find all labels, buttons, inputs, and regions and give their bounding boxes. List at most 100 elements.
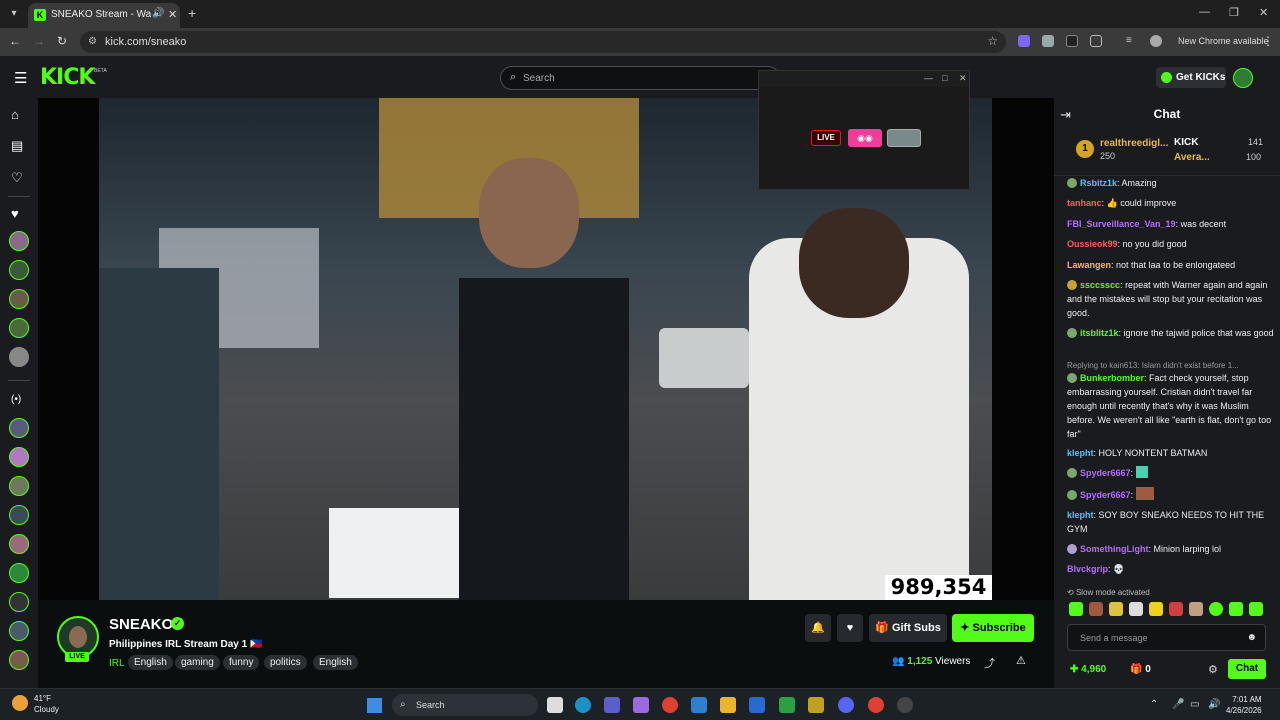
chat-settings-icon[interactable]: ⚙ [1208,663,1218,676]
chrome-menu-icon[interactable]: ⋮ [1262,34,1274,48]
chat-username[interactable]: Oussieok99 [1067,239,1118,249]
popup-thumbnail-icon[interactable] [887,129,921,147]
emote-icon[interactable] [1209,602,1223,616]
emote-icon[interactable] [1089,602,1103,616]
bookmark-star-icon[interactable]: ☆ [987,34,998,48]
system-clock[interactable]: 7:01 AM 4/26/2026 [1226,694,1262,716]
home-icon[interactable]: ⌂ [11,107,19,122]
discord-icon[interactable]: ◉◉ [848,129,882,147]
leaderboard-user[interactable]: Avera... [1174,152,1222,163]
emote-icon[interactable] [1129,602,1143,616]
microphone-icon[interactable]: 🎤 [1172,699,1184,710]
new-chrome-available[interactable]: New Chrome available [1178,36,1269,46]
leaderboard-user[interactable]: realthreedigl... [1100,138,1170,149]
copilot-icon[interactable] [633,697,649,713]
share-icon[interactable]: ⤴ [984,655,995,671]
app-icon[interactable] [808,697,824,713]
popup-maximize-icon[interactable]: □ [942,73,947,83]
recommended-channel-avatar[interactable] [9,476,29,496]
address-bar[interactable]: ⚙ kick.com/sneako ☆ [80,31,1006,53]
recommended-channel-avatar[interactable] [9,534,29,554]
chat-username[interactable]: Spyder6667 [1080,468,1131,478]
network-icon[interactable]: ▭ [1190,699,1199,710]
xbox-icon[interactable] [779,697,795,713]
leaderboard-user[interactable]: KICK [1174,137,1198,148]
tag-chip[interactable]: politics [264,655,307,670]
recommended-channel-avatar[interactable] [9,505,29,525]
tag-chip[interactable]: gaming [175,655,220,670]
tab-close-icon[interactable]: ✕ [168,8,177,21]
chat-username[interactable]: klepht [1067,448,1094,458]
browser-tab[interactable]: K SNEAKO Stream - Watch Live 🔊 ✕ [28,3,180,28]
gift-count[interactable]: 🎁 0 [1130,664,1151,675]
emote-icon[interactable] [1189,602,1203,616]
close-window-icon[interactable]: ✕ [1259,6,1268,19]
report-icon[interactable]: ⚠ [1016,654,1026,667]
browse-icon[interactable]: ▤ [11,138,23,154]
edge-icon[interactable] [575,697,591,713]
taskbar-search[interactable]: ⌕ Search [392,694,538,716]
emote-icon[interactable] [1149,602,1163,616]
maximize-icon[interactable]: ❐ [1229,6,1239,19]
subscribe-button[interactable]: ✦ Subscribe [952,614,1034,642]
extension-icon[interactable] [1066,35,1078,47]
start-windows-icon[interactable] [367,698,382,713]
chrome-active-icon[interactable] [868,697,884,713]
app-icon[interactable] [897,697,913,713]
emote-icon[interactable] [1229,602,1243,616]
back-icon[interactable]: ← [9,34,21,48]
chat-username[interactable]: Blvckgrip [1067,564,1108,574]
followed-channel-avatar[interactable] [9,347,29,367]
gift-subs-button[interactable]: 🎁 Gift Subs [869,614,947,642]
popup-minimize-icon[interactable]: — [924,73,933,83]
follow-heart-button[interactable]: ♥ [837,614,863,642]
new-tab-icon[interactable]: + [188,5,196,21]
hamburger-menu-icon[interactable]: ☰ [14,69,27,87]
chat-username[interactable]: Spyder6667 [1080,490,1131,500]
recommended-channel-avatar[interactable] [9,621,29,641]
chat-username[interactable]: tanhanc [1067,198,1102,208]
chat-username[interactable]: FBI_Surveillance_Van_19 [1067,219,1176,229]
recommended-channel-avatar[interactable] [9,650,29,670]
kick-logo[interactable]: KICK [40,65,95,90]
chrome-profile-avatar[interactable] [1150,35,1162,47]
category-link[interactable]: IRL [109,658,125,669]
followed-channel-avatar[interactable] [9,260,29,280]
file-explorer-icon[interactable] [720,697,736,713]
recommended-channel-avatar[interactable] [9,418,29,438]
reading-list-icon[interactable]: ≡ [1126,35,1138,47]
chat-username[interactable]: Lawangen [1067,260,1111,270]
tag-chip[interactable]: funny [223,655,260,670]
following-heart-icon[interactable]: ♡ [11,170,23,186]
channel-points[interactable]: ✚ 4,960 [1070,664,1106,675]
discord-icon[interactable] [838,697,854,713]
forward-icon[interactable]: → [33,34,45,48]
store-icon[interactable] [691,697,707,713]
notification-bell-button[interactable]: 🔔 [805,614,831,642]
followed-channel-avatar[interactable] [9,231,29,251]
followed-channel-avatar[interactable] [9,318,29,338]
extension-icon[interactable] [1018,35,1030,47]
teams-icon[interactable] [604,697,620,713]
emote-icon[interactable] [1249,602,1263,616]
tab-search-icon[interactable]: ▾ [6,6,22,22]
recommended-channel-avatar[interactable] [9,447,29,467]
extensions-puzzle-icon[interactable] [1090,35,1102,47]
minimize-icon[interactable]: — [1199,6,1210,18]
channel-name[interactable]: SNEAKO [109,616,173,633]
tray-overflow-icon[interactable]: ⌃ [1150,699,1158,710]
emote-icon[interactable] [1069,602,1083,616]
get-kicks-button[interactable]: Get KICKs [1156,67,1226,88]
chat-username[interactable]: Rsbitz1k [1080,178,1117,188]
extension-icon[interactable] [1042,35,1054,47]
tag-chip[interactable]: English [313,655,358,670]
tab-audio-icon[interactable]: 🔊 [152,8,164,19]
chrome-icon[interactable] [662,697,678,713]
followed-channel-avatar[interactable] [9,289,29,309]
volume-icon[interactable]: 🔊 [1208,699,1220,710]
chat-send-button[interactable]: Chat [1228,659,1266,679]
recommended-channel-avatar[interactable] [9,563,29,583]
search-input[interactable]: ⌕ Search [500,66,780,90]
send-message-input[interactable]: Send a message ☻ [1067,624,1266,651]
chat-username[interactable]: itsblitz1k [1080,328,1119,338]
